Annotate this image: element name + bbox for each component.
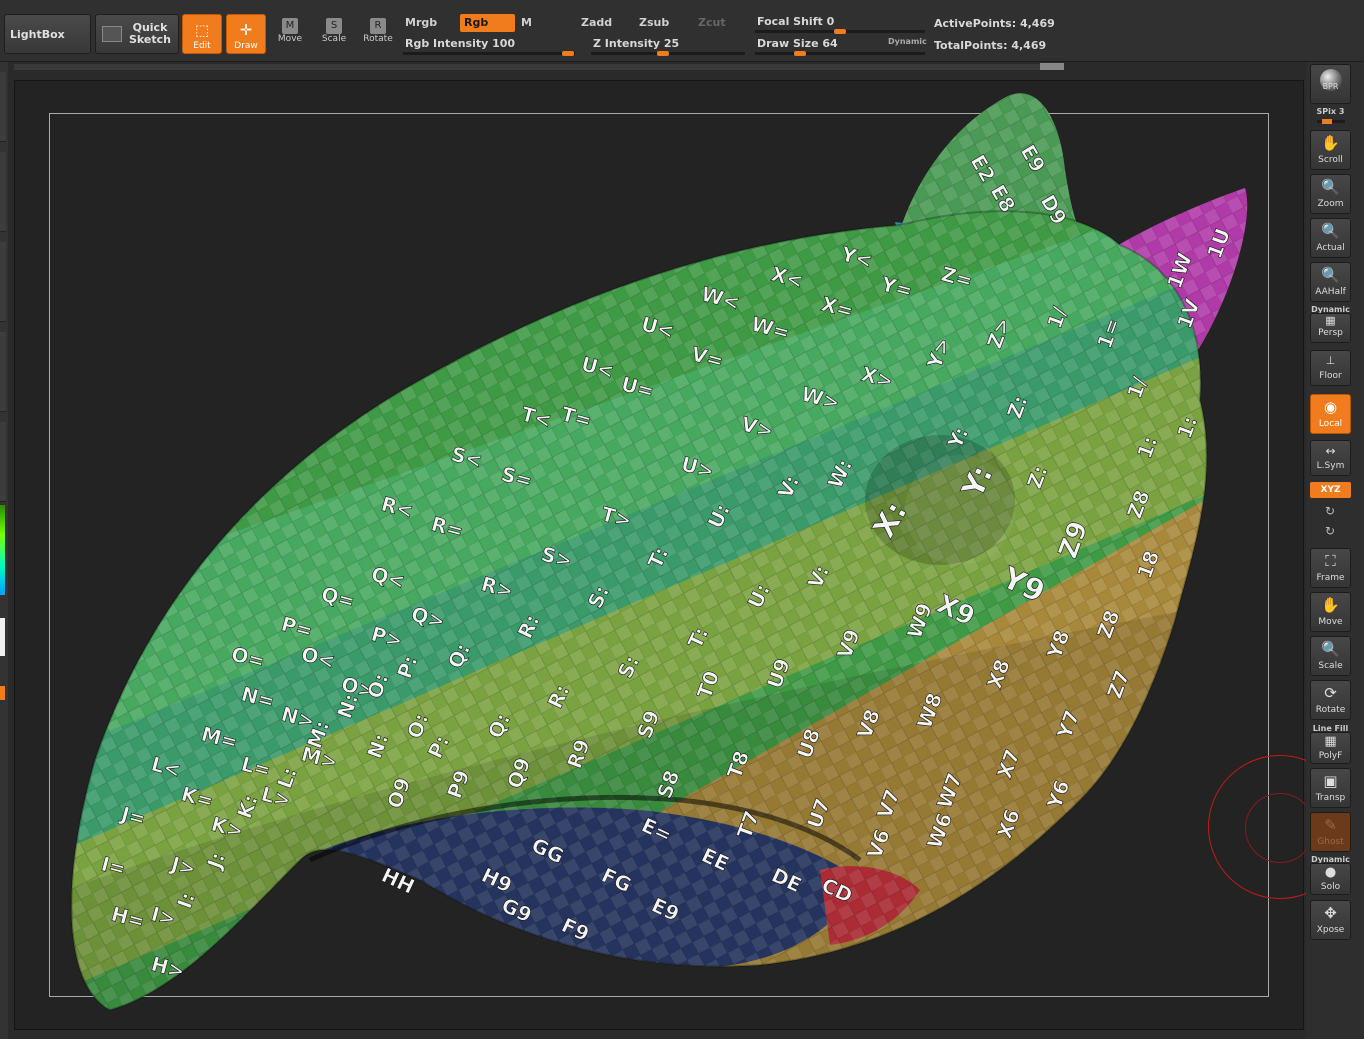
brush-cursor-inner [1245,793,1315,863]
xpose-button[interactable]: ✥ Xpose [1310,900,1351,940]
bpr-button[interactable]: BPR [1310,64,1351,104]
hand-icon: ✋ [1321,596,1340,614]
rotate-z-icon[interactable]: ↻ [1322,524,1338,540]
xpose-arrows-icon: ✥ [1324,904,1337,922]
spix-label: SPix [1316,107,1337,116]
frame-icon: ⛶ [1325,552,1336,570]
move-view-button[interactable]: ✋ Move [1310,592,1351,632]
scale-view-label: Scale [1318,661,1343,671]
persp-button[interactable]: ▦ Persp [1310,313,1351,343]
rotate-y-icon[interactable]: ↻ [1322,504,1338,520]
solo-icon: ● [1324,865,1337,880]
lsym-label: L.Sym [1316,461,1345,471]
lsym-button[interactable]: ↔ L.Sym [1310,440,1351,476]
local-symmetry-icon: ◉ [1323,398,1338,416]
frame-label: Frame [1316,573,1345,583]
scale-view-button[interactable]: 🔍 Scale [1310,636,1351,676]
solo-label: Solo [1320,882,1341,892]
aahalf-label: AAHalf [1315,287,1346,297]
local-button[interactable]: ◉ Local [1310,394,1351,434]
zoom-button[interactable]: 🔍 Zoom [1310,174,1351,214]
scroll-label: Scroll [1318,155,1343,165]
rotate-view-label: Rotate [1315,705,1346,715]
magnifier-icon: 🔍 [1321,640,1340,658]
ghost-label: Ghost [1317,837,1344,847]
bpr-label: BPR [1322,82,1339,91]
spix-value: 3 [1338,107,1345,116]
head-model[interactable] [40,93,1248,1039]
polyf-label: PolyF [1318,751,1343,761]
floor-button[interactable]: ⊥ Floor [1310,350,1351,386]
actual-button[interactable]: 🔍 Actual [1310,218,1351,258]
3d-model-viewport[interactable]: Y: X: Y9 X9 Z9 Z: Z: Y: U: V: W: T: S: R… [0,0,1364,1039]
frame-button[interactable]: ⛶ Frame [1310,548,1351,588]
spix-slider[interactable]: SPix 3 [1310,107,1351,116]
floor-label: Floor [1319,371,1342,381]
grid-perspective-icon: ▦ [1325,314,1336,327]
magnifier-icon: 🔍 [1321,266,1340,284]
hand-icon: ✋ [1321,134,1340,152]
ghost-icon: ✎ [1324,816,1337,834]
xyz-button[interactable]: XYZ [1310,482,1351,498]
transp-label: Transp [1315,793,1346,803]
magnifier-icon: 🔍 [1321,178,1340,196]
floor-grid-icon: ⊥ [1325,354,1336,367]
solo-button[interactable]: ● Solo [1310,863,1351,895]
rotate-view-button[interactable]: ⟳ Rotate [1310,680,1351,720]
aahalf-button[interactable]: 🔍 AAHalf [1310,262,1351,302]
polyf-button[interactable]: ▦ PolyF [1310,732,1351,764]
actual-label: Actual [1316,243,1345,253]
transparency-icon: ▣ [1323,772,1338,790]
magnifier-icon: 🔍 [1321,222,1340,240]
transp-button[interactable]: ▣ Transp [1310,768,1351,808]
scroll-button[interactable]: ✋ Scroll [1310,130,1351,170]
rotate-icon: ⟳ [1324,684,1337,702]
xpose-label: Xpose [1316,925,1345,935]
local-label: Local [1318,419,1343,429]
zoom-label: Zoom [1317,199,1344,209]
spix-knob[interactable] [1322,119,1332,124]
arrows-icon: ↔ [1325,444,1336,458]
persp-label: Persp [1318,328,1343,338]
ghost-button[interactable]: ✎ Ghost [1310,812,1351,852]
polygon-grid-icon: ▦ [1324,734,1337,749]
move-view-label: Move [1318,617,1343,627]
